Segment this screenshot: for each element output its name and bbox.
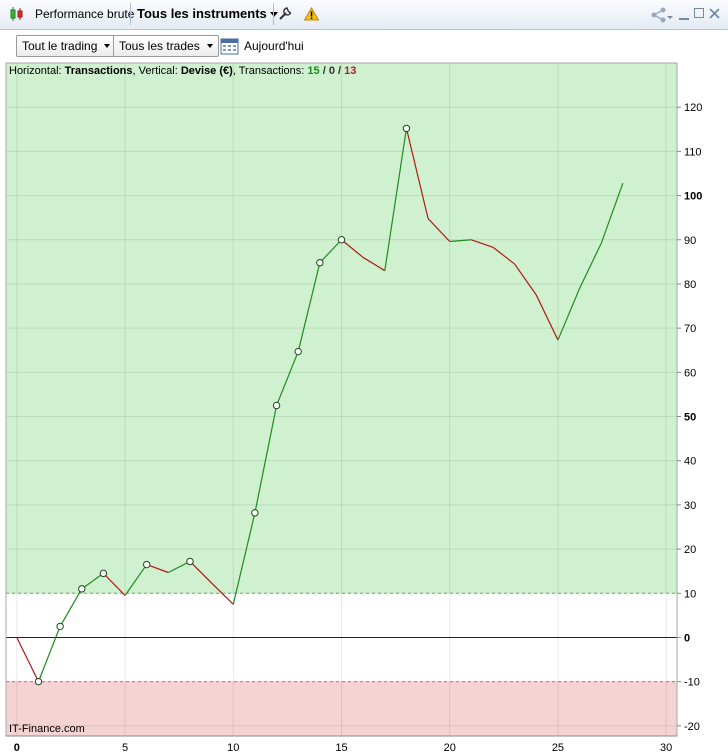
y-tick-label: 90 xyxy=(684,235,696,247)
x-tick-label: 0 xyxy=(14,742,20,754)
candlestick-icon xyxy=(10,7,23,21)
y-tick-label: -10 xyxy=(684,677,700,689)
y-tick-label: 20 xyxy=(684,544,696,556)
horizontal-label: Horizontal: xyxy=(9,65,62,77)
wrench-icon xyxy=(279,7,292,20)
winning-count: 15 xyxy=(307,65,320,77)
data-point-marker xyxy=(402,124,411,133)
warning-icon xyxy=(303,7,320,21)
y-tick-label: 100 xyxy=(684,191,702,203)
x-tick-label: 30 xyxy=(660,742,672,754)
x-tick-label: 5 xyxy=(122,742,128,754)
data-point-marker xyxy=(337,236,346,244)
close-icon[interactable] xyxy=(709,8,720,19)
vertical-value: Devise (€) xyxy=(180,65,233,77)
x-tick-label: 20 xyxy=(444,742,456,754)
y-tick-label: 10 xyxy=(684,588,696,600)
watermark: IT-Finance.com xyxy=(9,723,85,735)
share-icon[interactable] xyxy=(650,7,668,23)
window-titlebar: Performance brute Tous les instruments xyxy=(0,0,728,30)
x-tick-label: 25 xyxy=(552,742,564,754)
data-point-marker xyxy=(99,569,108,578)
data-point-marker xyxy=(142,560,151,569)
data-point-marker xyxy=(78,585,86,593)
y-tick-label: 60 xyxy=(684,367,696,379)
horizontal-value: Transactions xyxy=(64,65,133,77)
maximize-icon[interactable] xyxy=(694,8,704,18)
count-separator: / xyxy=(322,65,326,77)
y-tick-label: 30 xyxy=(684,500,696,512)
y-tick-label: 110 xyxy=(684,146,702,158)
data-point-marker xyxy=(272,401,281,410)
transactions-label: Transactions: xyxy=(238,65,305,77)
warning-button[interactable] xyxy=(300,3,323,25)
vertical-label: Vertical: xyxy=(138,65,178,77)
x-tick-label: 10 xyxy=(227,742,239,754)
today-label: Aujourd'hui xyxy=(244,39,304,53)
tab-performance-brute[interactable]: Performance brute xyxy=(29,3,140,25)
minimize-icon[interactable] xyxy=(679,18,689,20)
trading-filter-dropdown[interactable]: Tout le trading xyxy=(16,35,117,57)
data-point-marker xyxy=(34,677,43,686)
y-tick-label: 40 xyxy=(684,456,696,468)
chevron-down-icon xyxy=(206,44,213,48)
trades-filter-label: Tous les trades xyxy=(119,39,200,53)
data-point-marker xyxy=(294,347,302,356)
count-separator: / xyxy=(338,65,342,77)
y-tick-label: 80 xyxy=(684,279,696,291)
neutral-count: 0 xyxy=(328,65,335,77)
chevron-down-icon xyxy=(104,44,111,48)
y-tick-label: 120 xyxy=(684,102,702,114)
trades-filter-dropdown[interactable]: Tous les trades xyxy=(113,35,219,57)
chart-info-line: Horizontal: Transactions, Vertical: Devi… xyxy=(9,65,357,77)
data-point-marker xyxy=(186,557,194,566)
y-tick-label: -20 xyxy=(684,721,700,733)
y-tick-label: 0 xyxy=(684,632,690,644)
trading-filter-label: Tout le trading xyxy=(22,39,98,53)
losing-count: 13 xyxy=(344,65,357,77)
y-tick-label: 70 xyxy=(684,323,696,335)
data-point-marker xyxy=(316,259,324,267)
y-tick-label: 50 xyxy=(684,412,696,424)
toolbar: Tout le trading Tous les trades Aujourd'… xyxy=(0,30,728,62)
data-point-marker xyxy=(56,622,64,631)
settings-wrench-button[interactable] xyxy=(273,3,300,25)
share-caret-icon xyxy=(667,16,673,19)
instruments-dropdown-label: Tous les instruments xyxy=(137,6,267,21)
calendar-icon xyxy=(220,38,239,55)
x-tick-label: 15 xyxy=(335,742,347,754)
today-button[interactable]: Aujourd'hui xyxy=(220,35,304,57)
data-point-marker xyxy=(251,509,259,517)
instruments-dropdown[interactable]: Tous les instruments xyxy=(130,3,283,25)
equity-curve-chart: 1201101009080706050403020100-10-200 5 10 15… xyxy=(5,62,702,754)
